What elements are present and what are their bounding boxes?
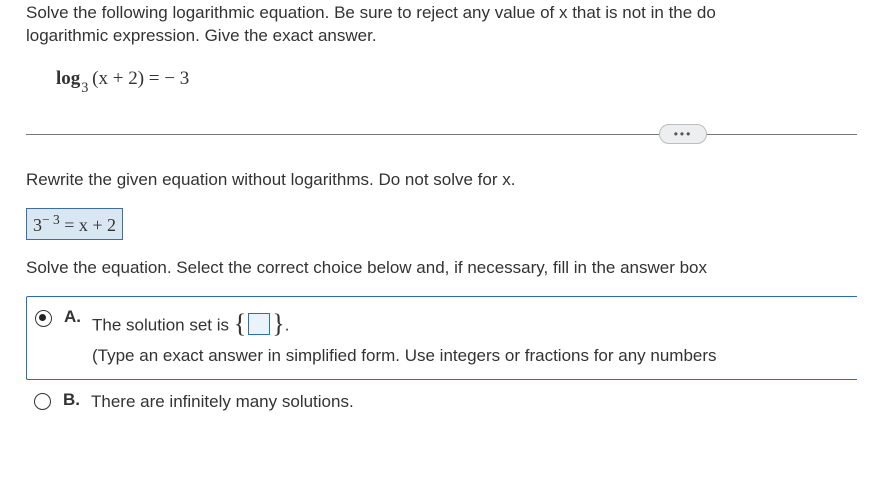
question-prompt: Solve the following logarithmic equation… [26, 2, 857, 48]
choice-a[interactable]: A. The solution set is {}. (Type an exac… [26, 296, 857, 380]
rw-rhs: x + 2 [79, 215, 116, 235]
right-brace-icon: } [272, 309, 284, 338]
left-brace-icon: { [234, 309, 246, 338]
question-line-1: Solve the following logarithmic equation… [26, 3, 716, 22]
choice-b[interactable]: B. There are infinitely many solutions. [26, 380, 857, 425]
equals-sign: = [144, 68, 164, 89]
rewritten-equation-box: 3− 3 = x + 2 [26, 208, 123, 240]
choice-b-letter: B. [63, 390, 83, 410]
given-equation: log3 (x + 2) = − 3 [56, 68, 857, 94]
choice-a-text-before: The solution set is [92, 315, 234, 334]
rewrite-instruction: Rewrite the given equation without logar… [26, 170, 857, 190]
radio-b[interactable] [34, 393, 51, 410]
rw-exponent: − 3 [42, 212, 60, 227]
radio-a[interactable] [35, 310, 52, 327]
choice-a-hint: (Type an exact answer in simplified form… [92, 346, 717, 365]
choice-b-text: There are infinitely many solutions. [91, 392, 354, 411]
section-divider [26, 134, 857, 135]
more-button[interactable]: ••• [659, 124, 707, 144]
rw-equals: = [60, 215, 79, 235]
log-argument: (x + 2) [92, 68, 144, 89]
log-base: 3 [81, 80, 88, 96]
log-word: log [56, 68, 80, 89]
rw-base: 3 [33, 215, 42, 235]
rhs-value: − 3 [164, 68, 189, 89]
question-line-2: logarithmic expression. Give the exact a… [26, 26, 377, 45]
ellipsis-icon: ••• [674, 127, 693, 141]
choice-a-text-after: . [285, 315, 290, 334]
answer-input[interactable] [248, 313, 270, 335]
solve-instruction: Solve the equation. Select the correct c… [26, 258, 857, 278]
choice-a-letter: A. [64, 307, 84, 327]
